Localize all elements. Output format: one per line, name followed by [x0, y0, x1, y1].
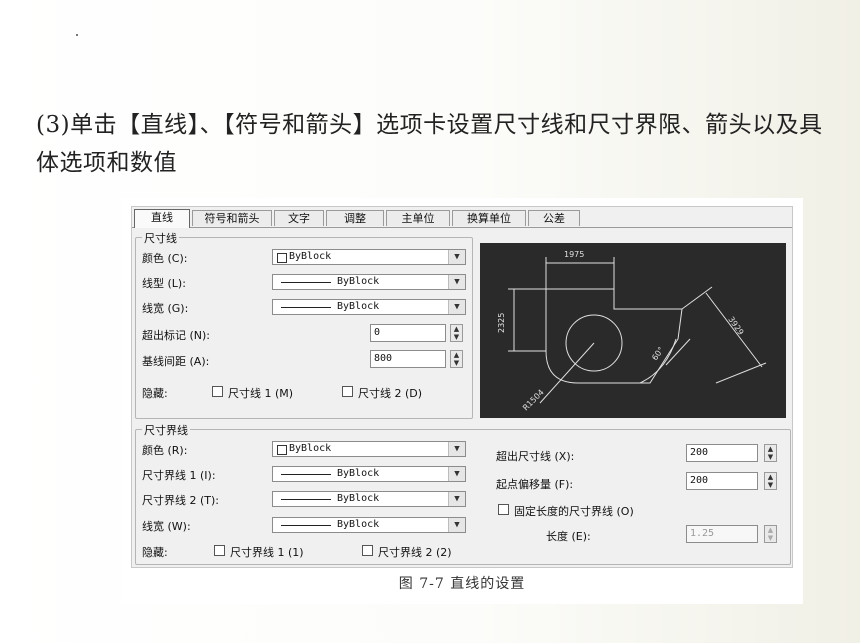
tab-lines[interactable]: 直线: [134, 209, 190, 228]
ext1-linetype-label: 尺寸界线 1 (I):: [142, 469, 216, 482]
ext-color-label: 颜色 (R):: [142, 444, 188, 457]
dim-right-text: 3929: [726, 315, 745, 337]
chevron-down-icon[interactable]: ▼: [448, 275, 465, 289]
suppress-ext-line-2-checkbox[interactable]: [362, 545, 373, 556]
ext-line: [715, 362, 767, 384]
ext-color-value: ByBlock: [289, 443, 332, 454]
length-label: 长度 (E):: [546, 530, 591, 543]
ext-line: [681, 286, 713, 310]
figure: 直线 符号和箭头 文字 调整 主单位 换算单位 公差 尺寸线 颜色 (C): B…: [121, 198, 803, 604]
ext2-linetype-label: 尺寸界线 2 (T):: [142, 494, 219, 507]
dim-baseline-input[interactable]: 800: [370, 350, 446, 368]
tab-primary-units[interactable]: 主单位: [386, 210, 450, 226]
ext-lineweight-label: 线宽 (W):: [142, 520, 191, 533]
ext1-linetype-select[interactable]: ByBlock ▼: [272, 466, 466, 482]
tab-symbols-arrows[interactable]: 符号和箭头: [192, 210, 272, 226]
color-swatch: [277, 253, 287, 263]
ext-beyond-input[interactable]: 200: [686, 444, 758, 462]
line-preview: [281, 474, 331, 475]
line-preview: [281, 499, 331, 500]
length-input[interactable]: 1.25: [686, 525, 758, 543]
suppress-dim-line-1-checkbox[interactable]: [212, 386, 223, 397]
dim-linetype-value: ByBlock: [337, 276, 380, 287]
ext-beyond-label: 超出尺寸线 (X):: [496, 450, 575, 463]
chevron-down-icon[interactable]: ▼: [448, 467, 465, 481]
dimension-preview: 1975 2325 3929 60° R1504: [480, 243, 786, 418]
fixed-length-label: 固定长度的尺寸界线 (O): [514, 505, 634, 518]
suppress-dim-line-2-checkbox[interactable]: [342, 386, 353, 397]
chevron-down-icon[interactable]: ▼: [448, 250, 465, 264]
dim-extend-spinner[interactable]: ▲ ▼: [450, 324, 463, 342]
ext-lineweight-select[interactable]: ByBlock ▼: [272, 517, 466, 533]
figure-caption: 图 7-7 直线的设置: [398, 576, 526, 592]
tab-text[interactable]: 文字: [274, 210, 324, 226]
dim-left-text: 2325: [497, 313, 506, 333]
tab-alternate-units[interactable]: 换算单位: [452, 210, 526, 226]
length-spinner[interactable]: ▲ ▼: [764, 525, 777, 543]
ext-suppress-label: 隐藏:: [142, 546, 168, 559]
dim-linetype-label: 线型 (L):: [142, 277, 186, 290]
ext-beyond-spinner[interactable]: ▲ ▼: [764, 444, 777, 462]
stray-dot: [76, 34, 78, 36]
slide-heading: (3)单击【直线】、【符号和箭头】选项卡设置尺寸线和尺寸界限、箭头以及具体选项和…: [36, 112, 823, 176]
ext-color-select[interactable]: ByBlock ▼: [272, 441, 466, 457]
line-preview: [281, 282, 331, 283]
dim-color-select[interactable]: ByBlock ▼: [272, 249, 466, 265]
preview-drawing: 1975 2325 3929 60° R1504: [497, 250, 767, 412]
line-preview: [281, 525, 331, 526]
ext1-linetype-value: ByBlock: [337, 468, 380, 479]
dim-baseline-label: 基线间距 (A):: [142, 355, 210, 368]
dim-color-label: 颜色 (C):: [142, 252, 188, 265]
ext-offset-spinner[interactable]: ▲ ▼: [764, 472, 777, 490]
dim-angle-text: 60°: [650, 345, 666, 362]
fixed-length-checkbox[interactable]: [498, 504, 509, 515]
chevron-down-icon[interactable]: ▼: [448, 300, 465, 314]
chevron-down-icon[interactable]: ▼: [448, 518, 465, 532]
tab-fit[interactable]: 调整: [326, 210, 384, 226]
extension-line-group: 尺寸界线 颜色 (R): ByBlock ▼ 尺寸界线 1 (I): ByBlo…: [135, 422, 791, 565]
suppress-dim-line-1-label: 尺寸线 1 (M): [228, 387, 294, 400]
line-preview: [281, 307, 331, 308]
dim-lineweight-select[interactable]: ByBlock ▼: [272, 299, 466, 315]
ext2-linetype-value: ByBlock: [337, 493, 380, 504]
dim-lineweight-value: ByBlock: [337, 301, 380, 312]
chevron-down-icon[interactable]: ▼: [448, 442, 465, 456]
extension-line-title: 尺寸界线: [142, 422, 190, 438]
dim-top-text: 1975: [564, 250, 584, 259]
suppress-ext-line-2-label: 尺寸界线 2 (2): [378, 546, 452, 559]
dim-color-value: ByBlock: [289, 251, 332, 262]
dimension-style-dialog: 直线 符号和箭头 文字 调整 主单位 换算单位 公差 尺寸线 颜色 (C): B…: [131, 206, 793, 568]
dim-baseline-spinner[interactable]: ▲ ▼: [450, 350, 463, 368]
suppress-ext-line-1-checkbox[interactable]: [214, 545, 225, 556]
dim-linetype-select[interactable]: ByBlock ▼: [272, 274, 466, 290]
ext-offset-input[interactable]: 200: [686, 472, 758, 490]
dim-extend-input[interactable]: 0: [370, 324, 446, 342]
tab-bar: 直线 符号和箭头 文字 调整 主单位 换算单位 公差: [132, 209, 792, 228]
suppress-ext-line-1-label: 尺寸界线 1 (1): [230, 546, 304, 559]
dim-extend-label: 超出标记 (N):: [142, 329, 211, 342]
suppress-dim-line-2-label: 尺寸线 2 (D): [358, 387, 423, 400]
ext-offset-label: 起点偏移量 (F):: [496, 478, 574, 491]
tab-tolerances[interactable]: 公差: [528, 210, 580, 226]
dimension-line-group: 尺寸线 颜色 (C): ByBlock ▼ 线型 (L): ByBlock ▼ …: [135, 230, 473, 419]
dim-lineweight-label: 线宽 (G):: [142, 302, 189, 315]
dim-suppress-label: 隐藏:: [142, 387, 168, 400]
chevron-down-icon[interactable]: ▼: [448, 492, 465, 506]
color-swatch: [277, 445, 287, 455]
ext2-linetype-select[interactable]: ByBlock ▼: [272, 491, 466, 507]
dimension-line-title: 尺寸线: [142, 230, 179, 246]
ext-lineweight-value: ByBlock: [337, 519, 380, 530]
